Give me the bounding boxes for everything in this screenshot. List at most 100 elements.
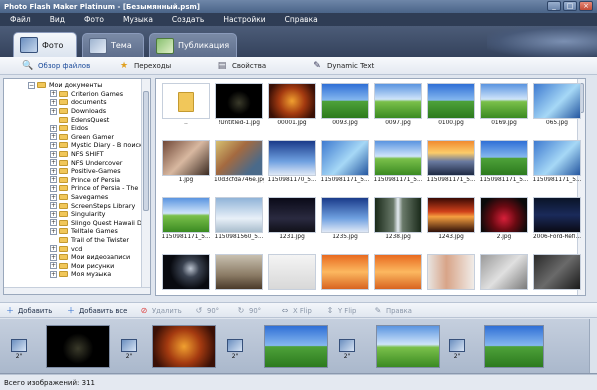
tree-item[interactable]: Trail of the Twister [40, 236, 150, 245]
thumbnail-image[interactable] [162, 83, 210, 119]
thumbnail-image[interactable] [427, 197, 475, 233]
transition-item[interactable]: 2" [224, 339, 246, 365]
thumbnail-image[interactable] [215, 254, 263, 290]
close-icon[interactable]: × [579, 1, 593, 11]
thumbnail-image[interactable] [215, 83, 263, 119]
thumbnail-item[interactable]: 1231.jpg [267, 197, 317, 245]
thumbnail-image[interactable] [480, 197, 528, 233]
tree-item[interactable]: + Criterion Games [40, 90, 150, 99]
thumbnail-item[interactable] [479, 254, 529, 295]
menu-item-2[interactable]: Фото [84, 15, 115, 24]
action-button-6[interactable]: ⇕ Y Flip [325, 306, 357, 315]
thumbnail-image[interactable] [321, 197, 369, 233]
tab-photo[interactable]: Фото [13, 32, 77, 57]
slide-thumbnail[interactable] [264, 325, 328, 368]
thumbnail-image[interactable] [480, 83, 528, 119]
thumbnail-image[interactable] [374, 140, 422, 176]
thumbnail-item[interactable]: 1150981171_5... [161, 197, 211, 245]
subtab-dynamic-text[interactable]: ✎ Dynamic Text [311, 59, 374, 73]
thumbnail-image[interactable] [374, 254, 422, 290]
transition-item[interactable]: 2" [118, 339, 140, 365]
thumbnail-item[interactable]: 1150981170_5... [267, 140, 317, 188]
transition-item[interactable]: 2" [8, 339, 30, 365]
thumbnail-item[interactable]: 1150981560_5... [214, 197, 264, 245]
thumbnail-image[interactable] [533, 197, 581, 233]
tree-scroll-thumb[interactable] [143, 91, 149, 211]
thumbnail-image[interactable] [533, 140, 581, 176]
tree-item[interactable]: + ScreenSteps Library [40, 201, 150, 210]
thumbnail-item[interactable] [532, 254, 582, 295]
tab-publish[interactable]: Публикация [149, 33, 237, 57]
action-button-2[interactable]: ⊘ Удалить [139, 306, 182, 315]
expand-toggle-icon[interactable]: + [50, 245, 57, 253]
expand-toggle-icon[interactable]: + [50, 193, 57, 201]
thumbnail-image[interactable] [268, 140, 316, 176]
slide-thumbnail[interactable] [152, 325, 216, 368]
thumbnail-item[interactable]: 2006-Ford-Refl... [532, 197, 582, 245]
expand-toggle-icon[interactable]: + [50, 176, 57, 184]
thumbnail-item[interactable]: 1235.jpg [320, 197, 370, 245]
thumbnail-item[interactable]: 1150981171_5... [479, 140, 529, 188]
tree-vertical-scrollbar[interactable] [141, 79, 150, 294]
thumbnail-image[interactable] [162, 140, 210, 176]
tree-item[interactable]: + Prince of Persia - The For [40, 184, 150, 193]
expand-toggle-icon[interactable]: + [50, 210, 57, 218]
thumbnail-image[interactable] [427, 140, 475, 176]
tree-item[interactable]: + Savegames [40, 193, 150, 202]
menu-item-0[interactable]: Файл [10, 15, 42, 24]
expand-toggle-icon[interactable]: + [50, 167, 57, 175]
transition-item[interactable]: 2" [336, 339, 358, 365]
thumbnail-image[interactable] [533, 83, 581, 119]
action-button-3[interactable]: ↺ 90° [194, 306, 219, 315]
thumbnail-grid[interactable]: .. !Untitled-1.jpg 00001.jpg 0093.jpg 0097.j… [155, 78, 586, 296]
expand-toggle-icon[interactable]: + [50, 253, 57, 261]
thumbnail-item[interactable]: 1150981171_5... [426, 140, 476, 188]
expand-toggle-icon[interactable]: + [50, 159, 57, 167]
expand-toggle-icon[interactable]: − [28, 81, 35, 89]
filmstrip[interactable]: 2" 2" 2" 2" 2" [0, 319, 597, 374]
tree-item[interactable]: + Singularity [40, 210, 150, 219]
thumbnail-item[interactable]: 00001.jpg [267, 83, 317, 131]
thumbnail-image[interactable] [321, 254, 369, 290]
action-button-5[interactable]: ⇔ X Flip [280, 306, 312, 315]
expand-toggle-icon[interactable]: + [50, 107, 57, 115]
thumbnail-item[interactable]: 065.jpg [532, 83, 582, 131]
expand-toggle-icon[interactable]: + [50, 202, 57, 210]
thumbnail-item[interactable] [426, 254, 476, 295]
expand-toggle-icon[interactable]: + [50, 124, 57, 132]
expand-toggle-icon[interactable]: + [50, 150, 57, 158]
thumbnail-item[interactable]: 1238.jpg [373, 197, 423, 245]
tree-item[interactable]: + NFS SHIFT [40, 150, 150, 159]
thumbnail-image[interactable] [215, 140, 263, 176]
thumbnail-image[interactable] [533, 254, 581, 290]
thumbnail-image[interactable] [268, 254, 316, 290]
minimize-icon[interactable]: _ [547, 1, 561, 11]
expand-toggle-icon[interactable]: + [50, 219, 57, 227]
thumbnail-image[interactable] [268, 197, 316, 233]
tree-item[interactable]: + NFS Undercover [40, 158, 150, 167]
thumbnail-item[interactable]: 1150981171_5... [532, 140, 582, 188]
tree-item[interactable]: + Mystic Diary - В поисках [40, 141, 150, 150]
menu-item-3[interactable]: Музыка [123, 15, 164, 24]
thumbnail-item[interactable]: 10d3cfda746e.jpg [214, 140, 264, 188]
subtab-browse[interactable]: 🔍 Обзор файлов [22, 59, 90, 73]
tree-horizontal-scrollbar[interactable] [4, 287, 150, 294]
thumbnail-image[interactable] [480, 140, 528, 176]
tree-item[interactable]: + Моя музыка [40, 270, 150, 279]
filmstrip-scrollbar[interactable] [589, 319, 597, 373]
tree-item[interactable]: + Downloads [40, 107, 150, 116]
maximize-icon[interactable]: □ [563, 1, 577, 11]
subtab-properties[interactable]: ▤ Свойства [216, 59, 266, 73]
thumbnail-image[interactable] [480, 254, 528, 290]
expand-toggle-icon[interactable]: + [50, 90, 57, 98]
action-button-4[interactable]: ↻ 90° [236, 306, 261, 315]
thumbnail-image[interactable] [427, 254, 475, 290]
tree-item[interactable]: + Green Gamer [40, 133, 150, 142]
tab-theme[interactable]: Тема [82, 33, 144, 57]
thumbnail-item[interactable] [161, 254, 211, 295]
menu-item-5[interactable]: Настройки [223, 15, 276, 24]
action-button-7[interactable]: ✎ Правка [373, 306, 412, 315]
thumbnail-item[interactable]: 2.jpg [479, 197, 529, 245]
menu-item-6[interactable]: Справка [285, 15, 329, 24]
tree-item[interactable]: + Positive-Games [40, 167, 150, 176]
